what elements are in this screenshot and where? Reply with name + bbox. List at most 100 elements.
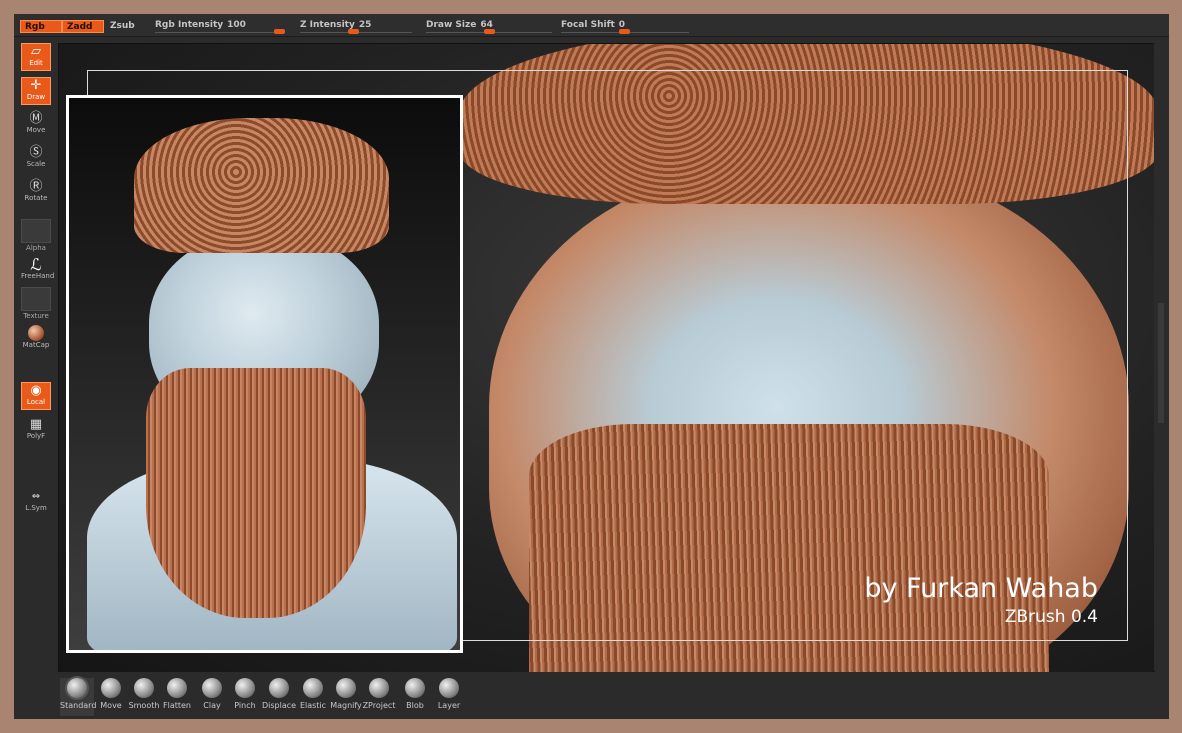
local-label: Local <box>26 398 46 406</box>
slider-track <box>155 32 285 33</box>
move-button[interactable]: Ⓜ Move <box>21 111 51 139</box>
local-button[interactable]: ◉ Local <box>21 382 51 410</box>
brush-elastic[interactable]: Elastic <box>296 678 330 716</box>
full-bust-panel <box>66 95 463 653</box>
slider-knob[interactable] <box>348 29 359 34</box>
zadd-button[interactable]: Zadd <box>62 20 104 33</box>
stroke-icon: ℒ <box>30 255 42 274</box>
clay-brush-icon <box>202 678 222 698</box>
draw-size-slider[interactable]: Draw Size 64 <box>426 19 552 35</box>
rgb-intensity-label: Rgb Intensity <box>155 20 224 30</box>
layer-brush-icon <box>439 678 459 698</box>
rotate-button[interactable]: Ⓡ Rotate <box>21 179 51 207</box>
right-scrollbar[interactable] <box>1154 43 1169 671</box>
brush-label: ZProject <box>362 701 396 710</box>
brush-zproject[interactable]: ZProject <box>362 678 396 716</box>
symmetry-icon: ⇔ <box>31 491 41 502</box>
z-intensity-label: Z Intensity <box>300 20 355 30</box>
matcap-button[interactable]: MatCap <box>21 323 51 351</box>
polyf-label: PolyF <box>26 432 46 440</box>
blob-brush-icon <box>405 678 425 698</box>
focal-shift-label: Focal Shift <box>561 20 615 30</box>
move-label: Move <box>26 126 46 134</box>
left-toolbar: ▱ Edit ✛ Draw Ⓜ Move Ⓢ Scale Ⓡ Rotate Al… <box>14 37 58 719</box>
brush-label: Flatten <box>163 701 191 710</box>
alpha-swatch[interactable] <box>21 219 51 243</box>
brush-label: Layer <box>437 701 461 710</box>
standard-brush-icon <box>67 678 87 698</box>
scale-button[interactable]: Ⓢ Scale <box>21 145 51 173</box>
brush-clay[interactable]: Clay <box>195 678 229 716</box>
brush-label: Move <box>100 701 122 710</box>
freehand-button[interactable]: ℒ FreeHand <box>21 255 55 285</box>
brush-standard[interactable]: Standard <box>60 678 97 716</box>
brush-pinch[interactable]: Pinch <box>228 678 262 716</box>
matcap-label: MatCap <box>22 341 50 349</box>
brush-magnify[interactable]: Magnify <box>329 678 363 716</box>
top-toolbar: Rgb Zadd Zsub Rgb Intensity 100 Z Intensi… <box>14 14 1169 37</box>
scale-label: Scale <box>26 160 46 168</box>
texture-label: Texture <box>23 312 49 320</box>
bust-hat <box>134 118 389 253</box>
focal-shift-slider[interactable]: Focal Shift 0 <box>561 19 689 35</box>
brush-label: Magnify <box>330 701 362 710</box>
elastic-brush-icon <box>303 678 323 698</box>
brush-move[interactable]: Move <box>94 678 128 716</box>
brush-label: Displace <box>262 701 297 710</box>
flatten-brush-icon <box>167 678 187 698</box>
software-credit: ZBrush 0.4 <box>1004 607 1098 627</box>
smooth-brush-icon <box>134 678 154 698</box>
brush-label: Elastic <box>299 701 327 710</box>
brush-displace[interactable]: Displace <box>262 678 296 716</box>
slider-knob[interactable] <box>619 29 630 34</box>
matcap-sphere-icon <box>28 325 44 341</box>
rgb-intensity-slider[interactable]: Rgb Intensity 100 <box>155 19 285 35</box>
canvas-viewport[interactable]: by Furkan Wahab ZBrush 0.4 <box>58 43 1155 673</box>
edit-icon: ▱ <box>31 44 41 59</box>
rotate-label: Rotate <box>24 194 48 202</box>
slider-knob[interactable] <box>484 29 495 34</box>
move-brush-icon <box>101 678 121 698</box>
zsub-button[interactable]: Zsub <box>106 20 140 33</box>
draw-label: Draw <box>26 93 46 101</box>
edit-label: Edit <box>29 59 43 67</box>
scale-icon: Ⓢ <box>29 145 43 160</box>
rgb-button[interactable]: Rgb <box>20 20 62 33</box>
zbrush-window: Rgb Zadd Zsub Rgb Intensity 100 Z Intensi… <box>14 14 1169 719</box>
move-icon: Ⓜ <box>29 111 43 126</box>
credit-overlay: by Furkan Wahab ZBrush 0.4 <box>864 573 1098 629</box>
freehand-label: FreeHand <box>21 272 55 280</box>
rgb-intensity-value: 100 <box>227 20 246 30</box>
draw-icon: ✛ <box>30 78 42 93</box>
z-intensity-value: 25 <box>358 20 372 30</box>
pinch-brush-icon <box>235 678 255 698</box>
author-credit: by Furkan Wahab <box>864 573 1098 604</box>
texture-swatch[interactable] <box>21 287 51 311</box>
alpha-label: Alpha <box>26 244 46 252</box>
brush-label: Pinch <box>234 701 256 710</box>
lsym-label: L.Sym <box>25 504 47 512</box>
brush-label: Smooth <box>128 701 160 710</box>
z-intensity-slider[interactable]: Z Intensity 25 <box>300 19 412 35</box>
brush-shelf: Standard Move Smooth Flatten Clay Pinch Displa… <box>14 672 1169 719</box>
zproject-brush-icon <box>369 678 389 698</box>
rotate-icon: Ⓡ <box>29 179 43 194</box>
slider-knob[interactable] <box>274 29 285 34</box>
brush-label: Blob <box>406 701 424 710</box>
magnify-brush-icon <box>336 678 356 698</box>
brush-label: Standard <box>60 701 97 710</box>
edit-button[interactable]: ▱ Edit <box>21 43 51 71</box>
local-icon: ◉ <box>30 383 42 398</box>
bust-beard <box>146 368 366 618</box>
displace-brush-icon <box>269 678 289 698</box>
polyf-button[interactable]: ▦ PolyF <box>21 417 51 445</box>
scroll-thumb[interactable] <box>1158 303 1164 423</box>
draw-button[interactable]: ✛ Draw <box>21 77 51 105</box>
brush-label: Clay <box>203 701 221 710</box>
brush-smooth[interactable]: Smooth <box>127 678 161 716</box>
brush-layer[interactable]: Layer <box>432 678 466 716</box>
brush-blob[interactable]: Blob <box>398 678 432 716</box>
brush-flatten[interactable]: Flatten <box>160 678 194 716</box>
draw-size-label: Draw Size <box>426 20 477 30</box>
lsym-button[interactable]: ⇔ L.Sym <box>21 489 51 517</box>
